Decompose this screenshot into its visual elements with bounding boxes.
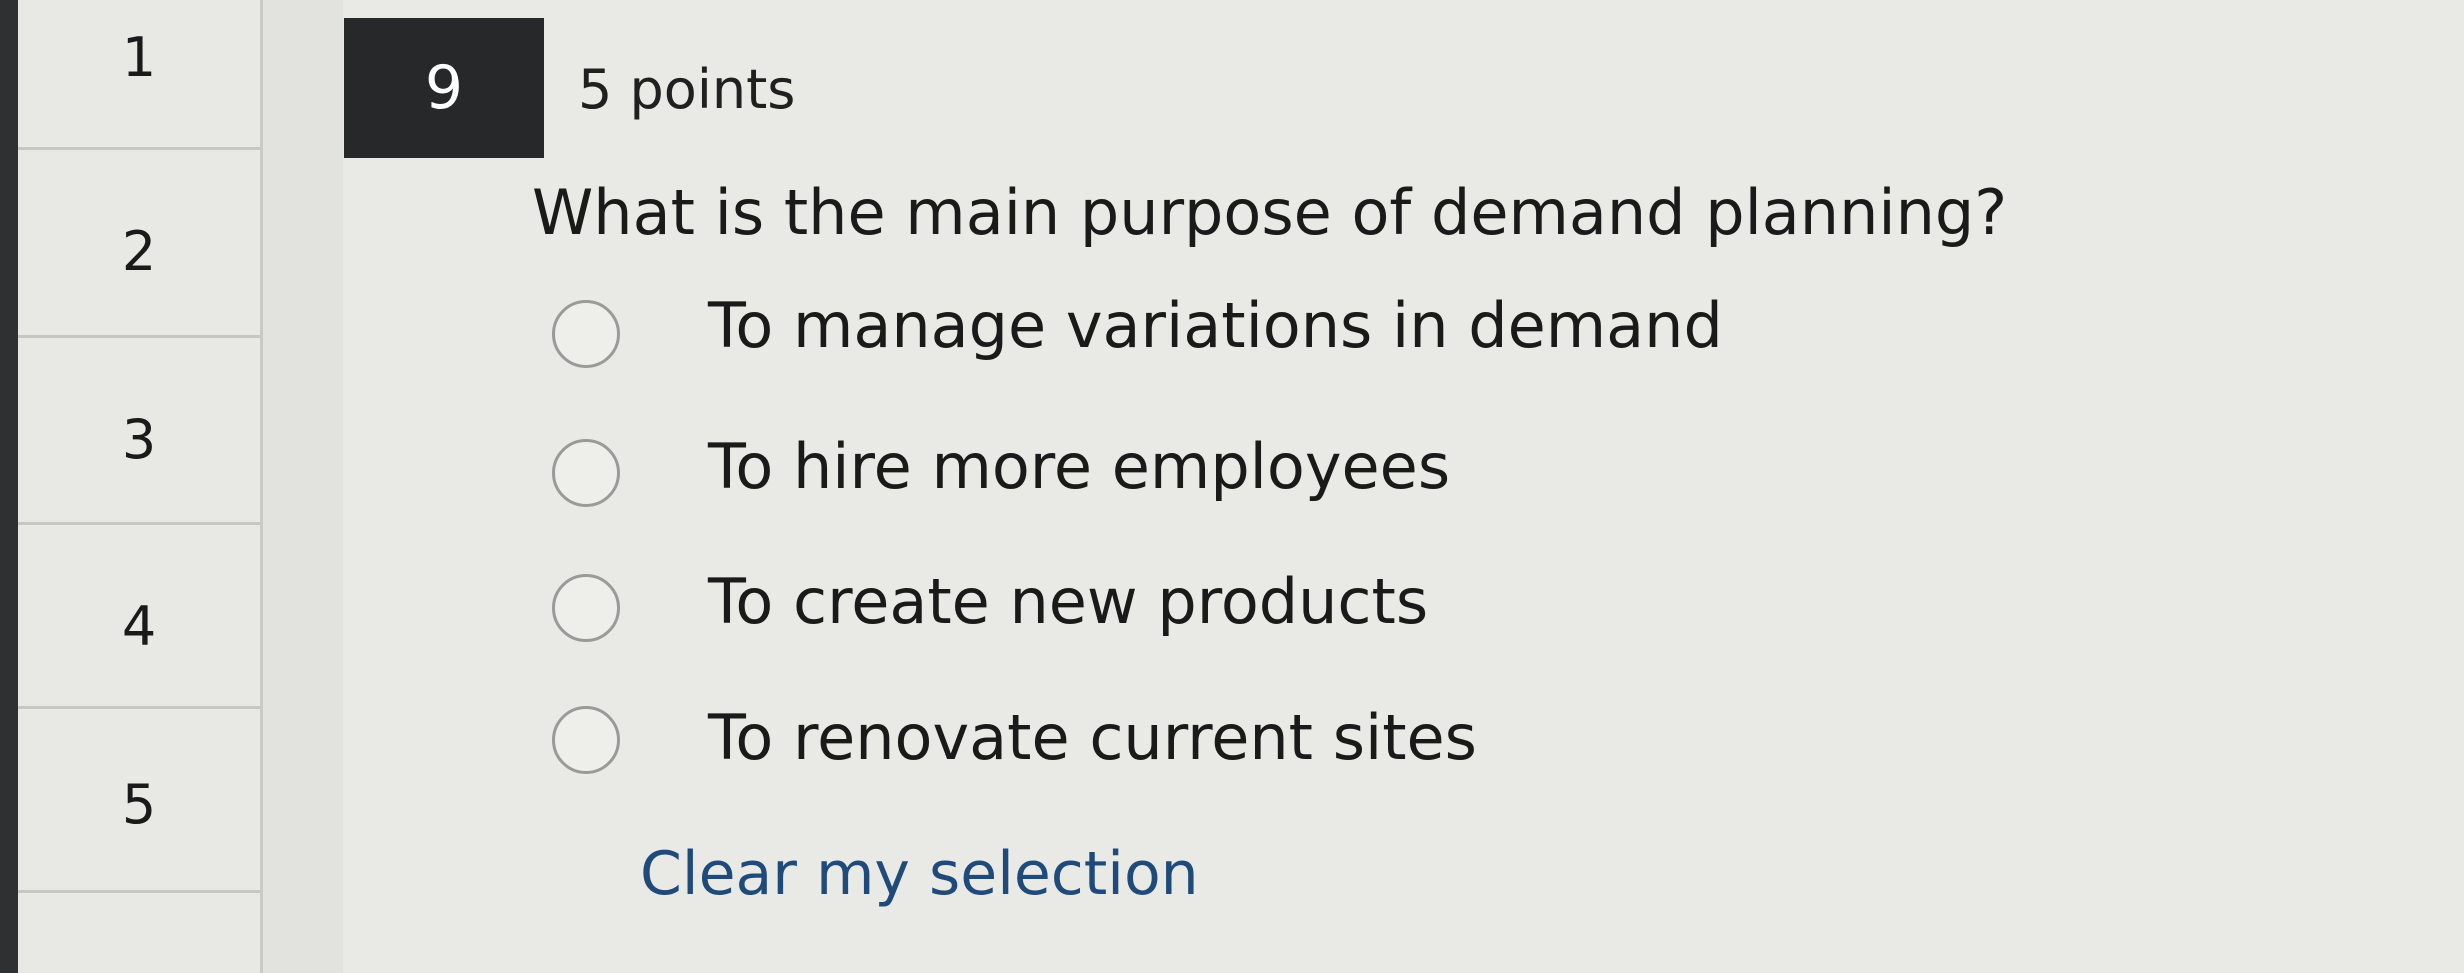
nav-question-number: 5 [121, 773, 157, 836]
spacer-panel [263, 0, 343, 973]
question-number-badge: 9 [344, 18, 544, 158]
radio-button[interactable] [552, 574, 620, 642]
answer-option-label: To renovate current sites [708, 701, 1477, 774]
radio-button[interactable] [552, 706, 620, 774]
nav-question-5[interactable]: 5 [18, 709, 260, 893]
nav-question-4[interactable]: 4 [18, 525, 260, 709]
nav-question-1[interactable]: 1 [18, 0, 260, 150]
answer-option-label: To create new products [708, 565, 1429, 638]
nav-question-3[interactable]: 3 [18, 338, 260, 525]
screen-edge [0, 0, 18, 973]
answer-option[interactable]: To hire more employees [540, 430, 1840, 525]
nav-question-number: 4 [121, 595, 157, 658]
question-points: 5 points [578, 58, 796, 121]
radio-button[interactable] [552, 439, 620, 507]
nav-question-2[interactable]: 2 [18, 150, 260, 338]
nav-question-number: 3 [121, 408, 157, 471]
clear-selection-link[interactable]: Clear my selection [640, 838, 1199, 910]
answer-option[interactable]: To manage variations in demand [540, 289, 1840, 386]
question-prompt: What is the main purpose of demand plann… [532, 176, 2008, 249]
radio-button[interactable] [552, 300, 620, 368]
answer-option[interactable]: To create new products [540, 565, 1840, 660]
nav-question-number: 2 [121, 220, 157, 283]
answer-option[interactable]: To renovate current sites [540, 701, 1840, 792]
answer-option-label: To manage variations in demand [708, 289, 1723, 362]
answer-option-label: To hire more employees [708, 430, 1451, 503]
question-navigator: 1 2 3 4 5 [18, 0, 263, 973]
nav-question-number: 1 [121, 26, 157, 89]
